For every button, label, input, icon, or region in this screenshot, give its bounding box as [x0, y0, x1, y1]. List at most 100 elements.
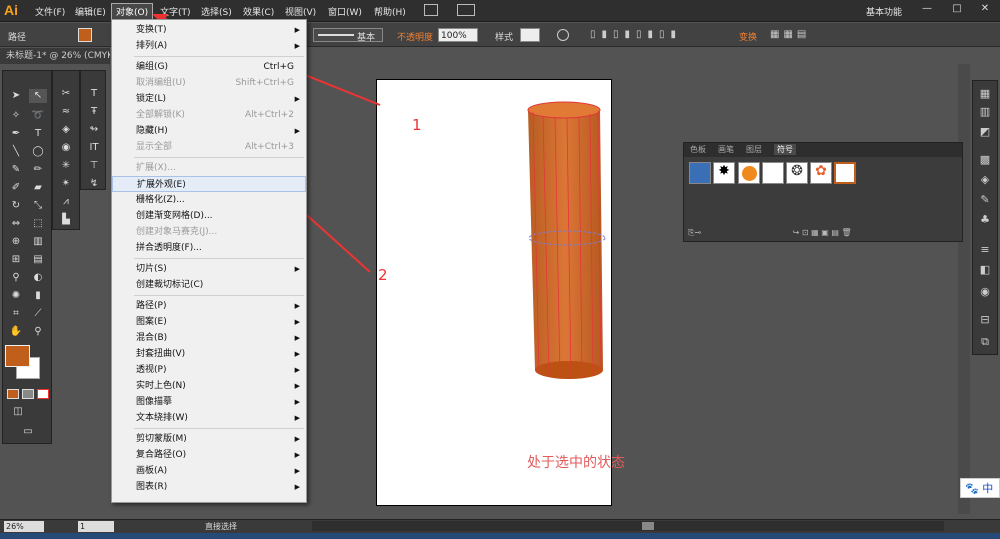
- type-on-path-icon[interactable]: ↬: [85, 123, 103, 137]
- object-menu-item[interactable]: 混合(B) ▶: [112, 330, 306, 346]
- document-tab[interactable]: 未标题-1* @ 26% (CMYK: [0, 48, 110, 64]
- symbols-panel-icon[interactable]: ♣: [976, 212, 994, 228]
- menu-type[interactable]: 文字(T): [160, 5, 191, 18]
- align-panel-icon[interactable]: ⊟: [976, 312, 994, 328]
- zoom-tool-icon[interactable]: ⚲: [29, 325, 47, 339]
- object-menu-item[interactable]: 透视(P) ▶: [112, 362, 306, 378]
- eraser-icon[interactable]: ▰: [29, 181, 47, 195]
- object-menu-item[interactable]: 剪切蒙版(M) ▶: [112, 431, 306, 447]
- menu-select[interactable]: 选择(S): [201, 5, 232, 18]
- fill-color-swatch[interactable]: [78, 28, 92, 42]
- object-menu-item[interactable]: 切片(S) ▶: [112, 261, 306, 277]
- artboard-tool-icon[interactable]: ⌗: [7, 307, 25, 321]
- recolor-icon[interactable]: [557, 29, 569, 41]
- cylinder-artwork[interactable]: [525, 98, 607, 384]
- rotate-tool-icon[interactable]: ↻: [7, 199, 25, 213]
- symbol-splat[interactable]: ✸: [713, 162, 735, 184]
- none-mode-button[interactable]: [37, 389, 49, 399]
- hand-tool-icon[interactable]: ✋: [7, 325, 25, 339]
- type-tool-alt-icon[interactable]: T: [85, 87, 103, 101]
- bridge-icon[interactable]: [424, 4, 438, 16]
- shape-builder-icon[interactable]: ⊕: [7, 235, 25, 249]
- close-button[interactable]: ✕: [970, 0, 1000, 18]
- vertical-area-type-icon[interactable]: ⊤: [85, 159, 103, 173]
- symbol-flower[interactable]: ✿: [810, 162, 832, 184]
- symbol-bar[interactable]: [689, 162, 711, 184]
- object-menu-item[interactable]: 变换(T) ▶: [112, 22, 306, 38]
- graphic-style-picker[interactable]: [520, 28, 540, 42]
- type-tool-icon[interactable]: T: [29, 127, 47, 141]
- object-menu-item[interactable]: 路径(P) ▶: [112, 298, 306, 314]
- menu-window[interactable]: 窗口(W): [328, 5, 362, 18]
- menu-file[interactable]: 文件(F): [35, 5, 65, 18]
- mesh-tool-icon[interactable]: ⊞: [7, 253, 25, 267]
- color-panel-icon[interactable]: ▦: [976, 86, 994, 102]
- line-tool-icon[interactable]: ╲: [7, 145, 25, 159]
- object-menu-item[interactable]: 图像描摹 ▶: [112, 394, 306, 410]
- object-menu-item[interactable]: 编组(G) Ctrl+G: [112, 59, 306, 75]
- blob-brush-icon[interactable]: ✐: [7, 181, 25, 195]
- perspective-grid-icon[interactable]: ▥: [29, 235, 47, 249]
- draw-mode-icon[interactable]: ◫: [9, 405, 27, 419]
- transparency-panel-icon[interactable]: ◧: [976, 262, 994, 278]
- tab-brushes[interactable]: 画笔: [718, 144, 734, 155]
- scallop-tool-icon[interactable]: ✳: [57, 159, 75, 173]
- ime-indicator[interactable]: 🐾 中: [960, 478, 1000, 498]
- object-menu-item[interactable]: 栅格化(Z)...: [112, 192, 306, 208]
- screen-mode-icon[interactable]: ▭: [19, 425, 37, 439]
- blend-tool-icon[interactable]: ◐: [29, 271, 47, 285]
- object-menu-item[interactable]: 排列(A) ▶: [112, 38, 306, 54]
- appearance-panel-icon[interactable]: ◉: [976, 284, 994, 300]
- vertical-scrollbar[interactable]: [958, 64, 970, 514]
- symbols-panel-footer-icons[interactable]: ⎘⊸ ↪ ⊡ ▦ ▣ ▤ 🗑: [688, 228, 958, 238]
- gradient-panel-icon[interactable]: ◩: [976, 124, 994, 140]
- pencil-icon[interactable]: ✏: [29, 163, 47, 177]
- fill-mode-button[interactable]: [7, 389, 19, 399]
- object-menu-item[interactable]: 实时上色(N) ▶: [112, 378, 306, 394]
- artboard-navigator[interactable]: 1: [78, 521, 114, 532]
- tab-swatches[interactable]: 色板: [690, 144, 706, 155]
- pathfinder-panel-icon[interactable]: ⧉: [976, 334, 994, 350]
- column-graph-icon[interactable]: ▮: [29, 289, 47, 303]
- tab-symbols[interactable]: 符号: [774, 144, 796, 155]
- area-type-icon[interactable]: Ŧ: [85, 105, 103, 119]
- object-menu-item[interactable]: 锁定(L) ▶: [112, 91, 306, 107]
- vertical-path-type-icon[interactable]: ↯: [85, 177, 103, 191]
- object-menu-item[interactable]: 文本绕排(W) ▶: [112, 410, 306, 426]
- zoom-level[interactable]: 26%: [4, 521, 44, 532]
- lasso-icon[interactable]: ➰: [29, 109, 47, 123]
- bloat-tool-icon[interactable]: ◉: [57, 141, 75, 155]
- vertical-type-icon[interactable]: IT: [85, 141, 103, 155]
- fill-color-box[interactable]: [5, 345, 30, 367]
- object-menu-item[interactable]: 创建渐变网格(D)...: [112, 208, 306, 224]
- arrange-documents-icon[interactable]: [457, 4, 475, 16]
- symbol-selected[interactable]: [834, 162, 856, 184]
- object-menu-item[interactable]: 隐藏(H) ▶: [112, 123, 306, 139]
- menu-effect[interactable]: 效果(C): [243, 5, 274, 18]
- object-menu-item[interactable]: 封套扭曲(V) ▶: [112, 346, 306, 362]
- symbol-sprayer-icon[interactable]: ✺: [7, 289, 25, 303]
- minimize-button[interactable]: —: [912, 0, 942, 18]
- magic-wand-icon[interactable]: ✧: [7, 109, 25, 123]
- isolate-icons[interactable]: ▦▦▤: [770, 29, 820, 41]
- object-menu-item[interactable]: 图案(E) ▶: [112, 314, 306, 330]
- path-eraser-icon[interactable]: ✂: [57, 87, 75, 101]
- selection-tool-icon[interactable]: ➤: [7, 89, 25, 103]
- symbol-ring[interactable]: ❂: [786, 162, 808, 184]
- layers-panel-icon[interactable]: ◈: [976, 172, 994, 188]
- horizontal-scroll-thumb[interactable]: [642, 522, 654, 530]
- tab-layers[interactable]: 图层: [746, 144, 762, 155]
- workspace-switcher[interactable]: 基本功能: [866, 5, 902, 18]
- menu-help[interactable]: 帮助(H): [374, 5, 406, 18]
- transform-link[interactable]: 变换: [739, 30, 757, 43]
- object-menu-item[interactable]: 创建裁切标记(C): [112, 277, 306, 293]
- pen-tool-icon[interactable]: ✒: [7, 127, 25, 141]
- opacity-label[interactable]: 不透明度: [397, 30, 433, 43]
- direct-selection-tool-icon[interactable]: ↖: [29, 89, 47, 103]
- menu-edit[interactable]: 编辑(E): [75, 5, 106, 18]
- color-guide-icon[interactable]: ▥: [976, 104, 994, 120]
- eyedropper-icon[interactable]: ⚲: [7, 271, 25, 285]
- wrinkle-tool-icon[interactable]: ⩘: [57, 195, 75, 209]
- symbol-frame-corner[interactable]: [762, 162, 784, 184]
- object-menu-item[interactable]: 画板(A) ▶: [112, 463, 306, 479]
